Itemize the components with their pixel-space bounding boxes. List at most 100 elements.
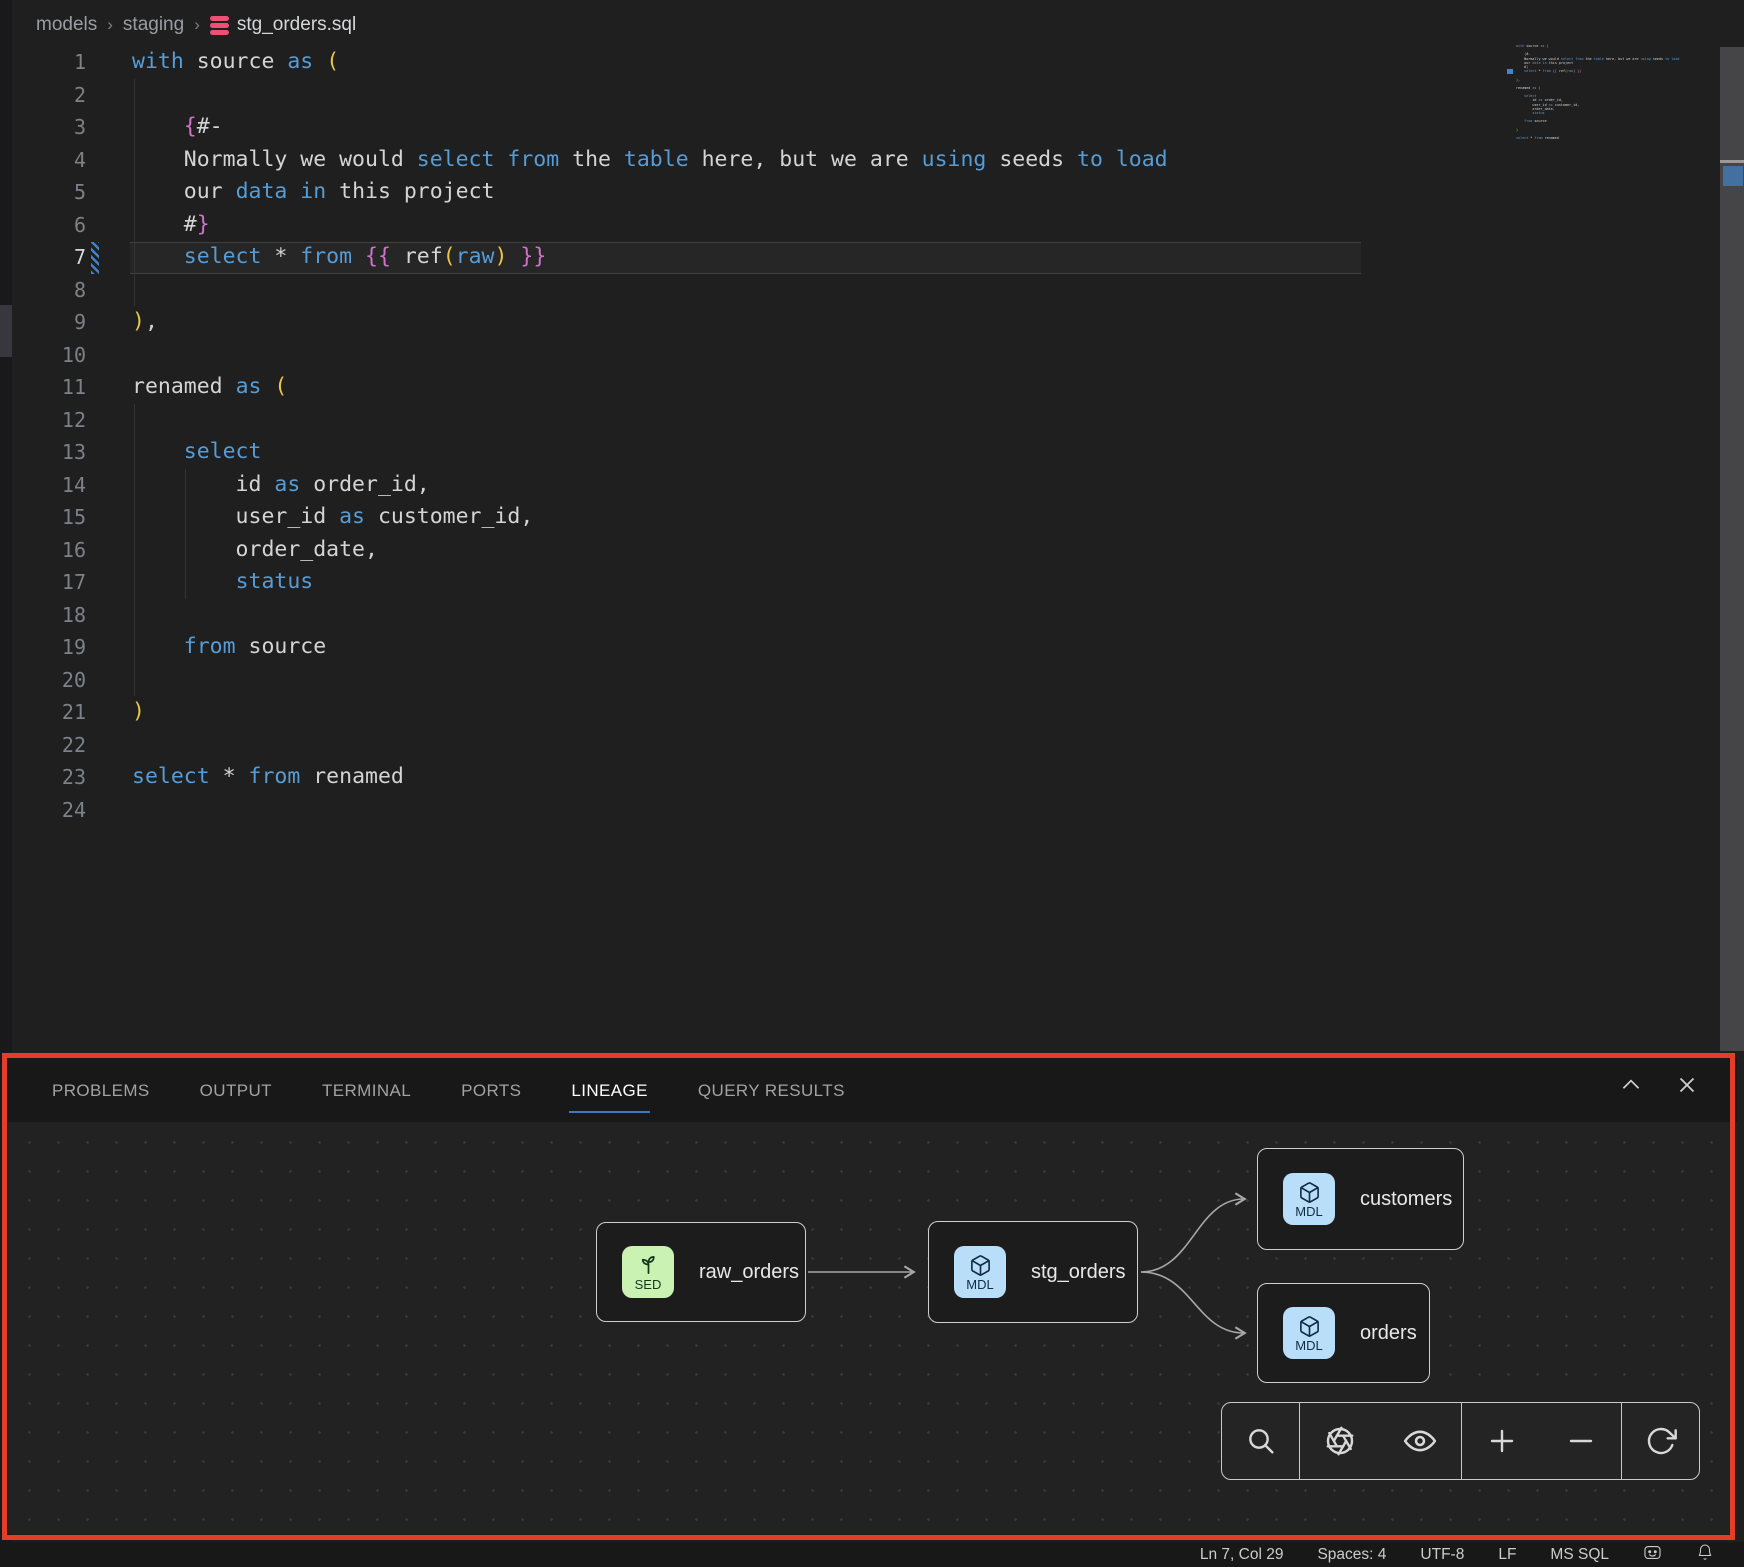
line-number[interactable]: 2 [12,79,86,112]
language-mode[interactable]: MS SQL [1550,1546,1609,1564]
breadcrumb-item-models[interactable]: models [36,14,97,36]
line-number[interactable]: 6 [12,209,86,242]
close-panel-icon[interactable] [1674,1072,1700,1098]
code-line [1516,140,1711,144]
eol-setting[interactable]: LF [1498,1546,1516,1564]
line-number[interactable]: 20 [12,664,86,697]
code-line[interactable]: renamed as ( [132,371,1168,404]
panel-actions [1618,1072,1700,1098]
search-icon[interactable] [1245,1425,1277,1457]
code-line[interactable]: #} [132,209,1168,242]
code-line[interactable]: from source [132,631,1168,664]
code-line[interactable]: Normally we would select from the table … [132,144,1168,177]
cursor-position[interactable]: Ln 7, Col 29 [1200,1546,1284,1564]
line-number[interactable]: 24 [12,794,86,827]
code-line[interactable]: order_date, [132,534,1168,567]
refresh-icon[interactable] [1645,1425,1677,1457]
editor-gutter[interactable]: 123456789101112131415161718192021222324 [12,46,86,826]
lineage-node-customers[interactable]: MDL customers [1257,1148,1464,1250]
editor-scrollbar[interactable] [1720,47,1744,1051]
line-number[interactable]: 8 [12,274,86,307]
code-line[interactable] [132,274,1168,307]
code-line[interactable] [132,794,1168,827]
code-line[interactable] [132,339,1168,372]
zoom-in-icon[interactable] [1486,1425,1518,1457]
breadcrumb-item-staging[interactable]: staging [123,14,184,36]
cube-icon: MDL [954,1246,1006,1298]
line-number[interactable]: 18 [12,599,86,632]
aperture-icon[interactable] [1324,1425,1356,1457]
file-name: stg_orders.sql [237,14,356,36]
line-number[interactable]: 7 [12,241,86,274]
code-line[interactable] [132,664,1168,697]
chevron-right-icon: › [107,15,113,35]
code-line[interactable]: user_id as customer_id, [132,501,1168,534]
line-number[interactable]: 19 [12,631,86,664]
line-number[interactable]: 23 [12,761,86,794]
sprout-icon: SED [622,1246,674,1298]
notifications-bell-icon[interactable] [1696,1543,1714,1567]
code-line[interactable] [132,79,1168,112]
line-number[interactable]: 11 [12,371,86,404]
code-line[interactable]: {#- [132,111,1168,144]
line-number[interactable]: 4 [12,144,86,177]
chevron-right-icon: › [194,15,200,35]
breadcrumb-item-file[interactable]: stg_orders.sql [210,14,356,36]
code-line[interactable]: select [132,436,1168,469]
line-number[interactable]: 9 [12,306,86,339]
collapse-panel-icon[interactable] [1618,1072,1644,1098]
tab-terminal[interactable]: TERMINAL [320,1067,413,1113]
code-line[interactable] [132,599,1168,632]
indentation-setting[interactable]: Spaces: 4 [1317,1546,1386,1564]
modified-line-marker [91,242,99,275]
minimap[interactable]: with source as ( {#- Normally we would s… [1516,44,1711,145]
line-number[interactable]: 10 [12,339,86,372]
tab-problems[interactable]: PROBLEMS [50,1067,152,1113]
line-number[interactable]: 16 [12,534,86,567]
line-number[interactable]: 1 [12,46,86,79]
line-number[interactable]: 3 [12,111,86,144]
node-label: raw_orders [699,1261,799,1284]
tab-lineage[interactable]: LINEAGE [569,1067,650,1113]
code-line[interactable]: with source as ( [132,46,1168,79]
node-label: customers [1360,1188,1452,1211]
lineage-node-orders[interactable]: MDLorders [1257,1283,1430,1383]
node-label: stg_orders [1031,1261,1126,1284]
line-number[interactable]: 13 [12,436,86,469]
code-line[interactable]: select * from renamed [132,761,1168,794]
line-number[interactable]: 12 [12,404,86,437]
code-editor[interactable]: with source as ( {#- Normally we would s… [132,46,1168,826]
minimap-modified-marker [1507,69,1513,74]
database-icon [210,16,229,35]
eye-icon[interactable] [1403,1424,1437,1458]
line-number[interactable]: 17 [12,566,86,599]
tab-output[interactable]: OUTPUT [198,1067,274,1113]
encoding[interactable]: UTF-8 [1420,1546,1464,1564]
line-number[interactable]: 5 [12,176,86,209]
line-number[interactable]: 14 [12,469,86,502]
status-bar: Ln 7, Col 29 Spaces: 4 UTF-8 LF MS SQL [0,1542,1744,1567]
line-number[interactable]: 22 [12,729,86,762]
zoom-out-icon[interactable] [1565,1425,1597,1457]
lineage-toolbar [1221,1402,1700,1480]
code-line[interactable]: ) [132,696,1168,729]
code-line[interactable] [132,729,1168,762]
code-line[interactable]: id as order_id, [132,469,1168,502]
lineage-node-stg_orders[interactable]: MDL stg_orders [928,1221,1138,1323]
cube-icon: MDL [1283,1173,1335,1225]
code-line[interactable]: select * from {{ ref(raw) }} [132,241,1168,274]
code-line[interactable]: status [132,566,1168,599]
activity-strip-thumb[interactable] [0,305,12,357]
tab-ports[interactable]: PORTS [459,1067,523,1113]
cube-icon: MDL [1283,1307,1335,1359]
line-number[interactable]: 15 [12,501,86,534]
code-line[interactable]: ), [132,306,1168,339]
lineage-node-raw_orders[interactable]: SED raw_orders [596,1222,806,1322]
feedback-smiley-icon[interactable] [1643,1543,1662,1567]
breadcrumb: models › staging › stg_orders.sql [36,10,356,40]
tab-query-results[interactable]: QUERY RESULTS [696,1067,847,1113]
code-line[interactable] [132,404,1168,437]
line-number[interactable]: 21 [12,696,86,729]
code-line[interactable]: our data in this project [132,176,1168,209]
panel-tab-bar: PROBLEMS OUTPUT TERMINAL PORTS LINEAGE QUERY … [7,1058,1737,1122]
